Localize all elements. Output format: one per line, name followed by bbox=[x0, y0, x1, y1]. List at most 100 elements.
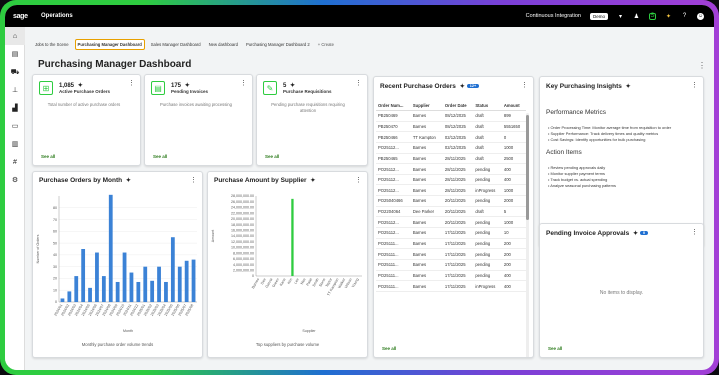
home-icon[interactable]: ⌂ bbox=[5, 27, 25, 45]
table-cell: Barnes bbox=[410, 280, 443, 292]
chevron-down-icon[interactable]: ▾ bbox=[617, 13, 624, 20]
see-all-link[interactable]: See all bbox=[265, 154, 279, 159]
more-icon[interactable]: ⋮ bbox=[355, 79, 362, 87]
table-cell: pending bbox=[473, 238, 502, 250]
table-cell: TT Kampton bbox=[410, 131, 443, 143]
create-dashboard-button[interactable]: + Create bbox=[316, 40, 336, 49]
cart-icon[interactable]: ⛟ bbox=[5, 63, 25, 81]
page-more-icon[interactable]: ⋮ bbox=[698, 61, 706, 70]
bar bbox=[170, 237, 175, 302]
table-row[interactable]: PO25112... Barnes 17/11/2025 pending 10 bbox=[376, 227, 526, 239]
table-row[interactable]: PO25111... Barnes 17/11/2025 pending 400 bbox=[376, 270, 526, 282]
table-cell: Barnes bbox=[410, 174, 443, 186]
sparkle-icon[interactable]: ✦ bbox=[310, 178, 315, 184]
table-cell: PO25112... bbox=[376, 174, 411, 186]
y-tick-label: 4,000,000.00 bbox=[233, 263, 254, 267]
scrollbar-thumb[interactable] bbox=[526, 115, 529, 220]
list-item: Cost Savings: Identify opportunities for… bbox=[548, 137, 671, 143]
column-header[interactable]: Supplier bbox=[410, 101, 443, 111]
more-icon[interactable]: ⋮ bbox=[190, 176, 197, 184]
more-icon[interactable]: ⋮ bbox=[691, 228, 698, 236]
avatar-icon[interactable]: ☺ bbox=[697, 12, 704, 20]
tab-new-dashboard[interactable]: New dashboard bbox=[207, 40, 240, 49]
more-icon[interactable]: ⋮ bbox=[355, 176, 362, 184]
table-cell: inProgress bbox=[473, 184, 502, 197]
tile-label: Purchase Requisitions bbox=[283, 89, 332, 94]
card-title-text: Key Purchasing Insights bbox=[546, 83, 622, 90]
y-tick-label: 24,000,000.00 bbox=[231, 206, 254, 210]
see-all-link[interactable]: See all bbox=[382, 346, 396, 351]
sparkle-icon[interactable]: ✦ bbox=[126, 178, 131, 184]
more-icon[interactable]: ⋮ bbox=[128, 79, 135, 87]
bar bbox=[101, 276, 106, 302]
x-tick-label: Kane bbox=[279, 278, 287, 287]
table-cell: 0 bbox=[501, 131, 526, 143]
table-row[interactable]: PO25112... Barnes 28/11/2025 pending 400 bbox=[376, 163, 526, 175]
sage-logo[interactable]: sage bbox=[5, 13, 33, 20]
table-cell: Barnes bbox=[410, 248, 443, 260]
sparkle-icon[interactable]: ✦ bbox=[460, 84, 465, 90]
tab-purchasing-manager-dashboard[interactable]: Purchasing Manager Dashboard bbox=[74, 39, 145, 50]
table-row[interactable]: PB250470 Barnes 08/12/2025 draft 5551650 bbox=[376, 121, 526, 133]
tab-sales-manager-dashboard[interactable]: Sales Manager Dashboard bbox=[149, 40, 203, 49]
table-row[interactable]: PO2204064 Dee Parker 20/11/2025 draft 5 bbox=[376, 206, 526, 218]
table-cell: 1000 bbox=[501, 184, 526, 197]
sitemap-icon[interactable]: ⊥ bbox=[5, 81, 25, 99]
environment-badge[interactable]: Demo bbox=[589, 12, 608, 20]
table-cell: Barnes bbox=[410, 163, 443, 175]
table-row[interactable]: PO25112... Barnes 28/11/2025 pending 400 bbox=[376, 174, 526, 186]
column-header[interactable]: Amount bbox=[501, 101, 526, 111]
table-cell: 1000 bbox=[501, 216, 526, 229]
table-row[interactable]: PB250466 TT Kampton 02/12/2025 draft 0 bbox=[376, 131, 526, 143]
card-icon[interactable]: ▭ bbox=[5, 117, 25, 135]
see-all-link[interactable]: See all bbox=[41, 154, 55, 159]
bar bbox=[191, 259, 196, 302]
table-scrollbar[interactable] bbox=[526, 113, 529, 357]
y-tick-label: 18,000,000.00 bbox=[231, 223, 254, 227]
tab-purchasing-manager-dashboard-2[interactable]: Purchasing Manager Dashboard 2 bbox=[244, 40, 312, 49]
person-icon[interactable]: ♟ bbox=[633, 13, 640, 20]
see-all-link[interactable]: See all bbox=[548, 346, 562, 351]
hash-icon[interactable]: # bbox=[5, 153, 25, 171]
column-header[interactable]: Order Num... bbox=[376, 101, 411, 111]
table-row[interactable]: PO25111... Barnes 17/11/2025 pending 200 bbox=[376, 238, 526, 250]
y-tick-label: 0 bbox=[55, 300, 57, 304]
column-header[interactable]: Order Date bbox=[442, 101, 474, 111]
table-cell: Barnes bbox=[410, 238, 443, 250]
chart-icon[interactable]: ▥ bbox=[5, 135, 25, 153]
y-tick-label: 50 bbox=[53, 241, 57, 245]
more-icon[interactable]: ⋮ bbox=[240, 79, 247, 87]
sparkle-icon[interactable]: ✦ bbox=[633, 231, 638, 237]
table-row[interactable]: PO25111... Barnes 17/11/2025 inProgress 400 bbox=[376, 280, 526, 292]
bar bbox=[177, 266, 182, 302]
see-all-link[interactable]: See all bbox=[153, 154, 167, 159]
sidebar: ⌂ ▤ ⛟ ⊥ ▟ ▭ ▥ # ⚙ bbox=[5, 27, 25, 370]
tab-jobs-to-the-scene[interactable]: Jobs to the Scene bbox=[33, 40, 71, 49]
gear-icon[interactable]: ⚙ bbox=[5, 171, 25, 189]
table-row[interactable]: PB250469 Barnes 08/12/2025 draft 899 bbox=[376, 110, 526, 122]
table-cell: 28/11/2025 bbox=[442, 184, 474, 197]
info-icon[interactable]: ? bbox=[681, 13, 688, 20]
table-row[interactable]: PO25112... Barnes 20/11/2025 pending 1000 bbox=[376, 216, 526, 229]
column-header[interactable]: Status bbox=[473, 101, 502, 111]
more-icon[interactable]: ⋮ bbox=[691, 81, 698, 89]
cart-icon: ⊞ bbox=[39, 81, 53, 95]
table-row[interactable]: PO25111... Barnes 17/11/2025 pending 200 bbox=[376, 248, 526, 260]
table-row[interactable]: PB250465 Barnes 28/11/2025 draft 2500 bbox=[376, 153, 526, 165]
table-row[interactable]: PO25040466 Barnes 20/11/2025 pending 2000 bbox=[376, 195, 526, 207]
bulb-icon[interactable]: ✦ bbox=[665, 13, 672, 20]
chart-card-amount-by-supplier: Purchase Amount by Supplier ✦ ⋮ 0 2,000,0… bbox=[207, 171, 368, 358]
document-icon[interactable]: ▤ bbox=[5, 45, 25, 63]
table-cell: Barnes bbox=[410, 110, 443, 122]
table-cell: PO2204064 bbox=[376, 206, 411, 218]
count-badge: 0 bbox=[640, 231, 649, 236]
table-cell: Barnes bbox=[410, 216, 443, 229]
help-icon[interactable]: S bbox=[649, 12, 656, 20]
factory-icon[interactable]: ▟ bbox=[5, 99, 25, 117]
table-cell: 28/11/2025 bbox=[442, 163, 474, 175]
table-row[interactable]: PO25111... Barnes 17/11/2025 pending 200 bbox=[376, 259, 526, 271]
sparkle-icon[interactable]: ✦ bbox=[626, 84, 631, 90]
more-icon[interactable]: ⋮ bbox=[521, 81, 528, 89]
table-row[interactable]: PO25112... Barnes 28/11/2025 inProgress 1000 bbox=[376, 184, 526, 197]
table-row[interactable]: PO25112... Barnes 02/12/2025 draft 1000 bbox=[376, 142, 526, 154]
